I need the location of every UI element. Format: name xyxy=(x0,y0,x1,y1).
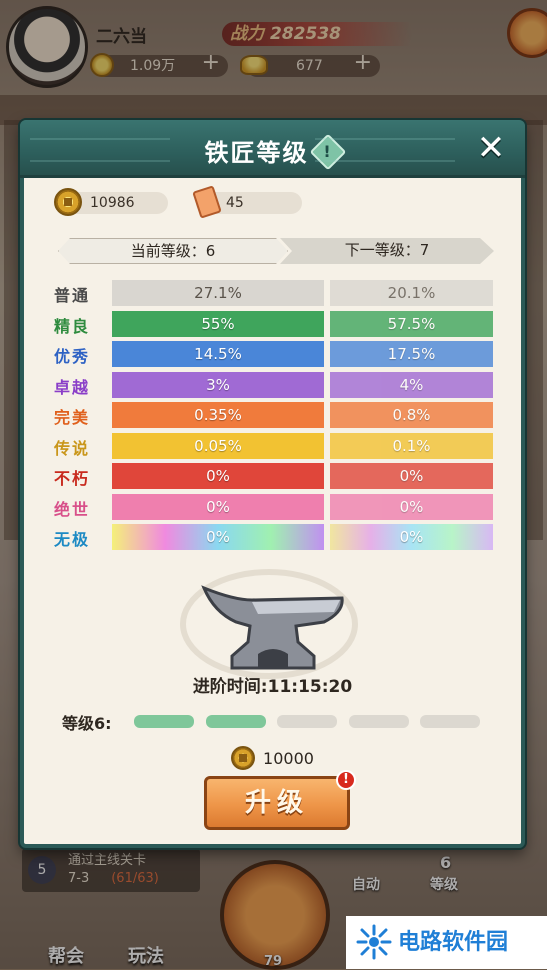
upgrade-cost-value: 10000 xyxy=(263,749,314,768)
current-probability: 0.05% xyxy=(112,432,324,459)
quality-name: 精良 xyxy=(54,316,91,336)
coin-icon xyxy=(231,746,256,770)
progress-segment-empty xyxy=(420,715,480,728)
quality-name: 绝世 xyxy=(54,499,91,519)
scroll-icon xyxy=(192,185,222,219)
next-probability: 0.8% xyxy=(330,402,493,428)
current-probability: 55% xyxy=(112,310,324,337)
progress-segment-empty xyxy=(277,715,337,728)
upgrade-cost: 10000 xyxy=(24,746,521,770)
quality-row: 卓越 3% 4% xyxy=(24,371,529,398)
quality-row: 无极 0% 0% xyxy=(24,524,529,550)
progress-segment-filled xyxy=(134,715,194,728)
coin-balance: 10986 xyxy=(54,188,168,216)
dialog-title-text: 铁匠等级 xyxy=(204,139,309,167)
quality-name: 不朽 xyxy=(54,469,91,488)
progress-segment-empty xyxy=(348,715,409,728)
scroll-balance-value: 45 xyxy=(226,195,244,211)
next-probability: 0% xyxy=(330,493,493,520)
quality-name: 完美 xyxy=(54,408,91,427)
next-probability: 17.5% xyxy=(330,341,493,367)
quality-name: 普通 xyxy=(54,286,91,305)
quality-name: 优秀 xyxy=(54,347,91,366)
close-button[interactable]: ✕ xyxy=(473,128,509,168)
upgrade-button[interactable]: 升级 xyxy=(204,776,350,830)
next-probability: 57.5% xyxy=(330,310,493,337)
level-compare-header: 下一等级：7 当前等级：6 xyxy=(58,238,494,264)
current-probability: 0% xyxy=(112,463,324,489)
current-probability: 27.1% xyxy=(112,280,324,306)
next-probability: 0% xyxy=(330,463,493,489)
blacksmith-level-dialog: 铁匠等级! ✕ 10986 45 下一等级：7 当前等级：6 普通 27.1% 20… xyxy=(20,120,525,848)
level-progress-label: 等级6: xyxy=(62,714,112,733)
info-icon[interactable]: ! xyxy=(309,133,346,171)
current-level-label: 当前等级：6 xyxy=(58,238,288,264)
progress-segment-filled xyxy=(205,715,266,728)
upgrade-time: 进阶时间:11:15:20 xyxy=(192,677,353,697)
anvil-icon xyxy=(180,569,358,679)
dialog-header: 铁匠等级! ✕ xyxy=(20,120,525,178)
upgrade-alert-badge: ! xyxy=(336,770,356,790)
watermark: 电路软件园 xyxy=(346,916,547,969)
current-probability: 3% xyxy=(112,371,324,398)
dialog-title: 铁匠等级! xyxy=(20,133,525,171)
watermark-text: 电路软件园 xyxy=(398,930,509,955)
quality-name: 传说 xyxy=(54,438,91,458)
quality-row: 绝世 0% 0% xyxy=(24,493,529,520)
quality-row: 优秀 14.5% 17.5% xyxy=(24,341,529,367)
current-probability: 0.35% xyxy=(112,402,324,428)
next-level-label: 下一等级：7 xyxy=(280,238,494,264)
quality-row: 不朽 0% 0% xyxy=(24,463,529,489)
watermark-logo-icon xyxy=(356,924,392,960)
quality-name: 无极 xyxy=(54,530,91,549)
current-probability: 0% xyxy=(112,493,324,520)
quality-row: 精良 55% 57.5% xyxy=(24,310,529,337)
quality-row: 传说 0.05% 0.1% xyxy=(24,432,529,459)
scroll-balance: 45 xyxy=(192,185,302,219)
next-probability: 4% xyxy=(330,371,493,398)
quality-row: 普通 27.1% 20.1% xyxy=(24,280,529,306)
quality-row: 完美 0.35% 0.8% xyxy=(24,402,529,428)
next-probability: 0% xyxy=(330,524,493,550)
level-progress: 等级6: xyxy=(62,710,502,733)
coin-icon xyxy=(54,188,82,216)
current-probability: 14.5% xyxy=(112,341,324,367)
current-probability: 0% xyxy=(112,524,324,550)
next-probability: 0.1% xyxy=(330,432,493,459)
next-probability: 20.1% xyxy=(330,280,493,306)
quality-name: 卓越 xyxy=(54,377,91,397)
coin-balance-value: 10986 xyxy=(90,195,135,211)
